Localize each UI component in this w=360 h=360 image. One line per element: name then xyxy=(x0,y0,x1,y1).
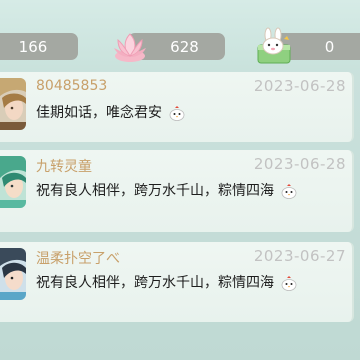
message-text: 祝有良人相伴，跨万水千山，粽情四海 xyxy=(36,179,336,203)
lotus-icon xyxy=(114,33,146,62)
message-card: 九转灵童 2023-06-28 祝有良人相伴，跨万水千山，粽情四海 xyxy=(0,150,354,232)
message-list: 80485853 2023-06-28 佳期如话，唯念君安 九转灵童 2023-… xyxy=(0,70,360,360)
message-text-content: 佳期如话，唯念君安 xyxy=(36,105,162,121)
stat-right-value: 0 xyxy=(324,37,335,56)
message-card: 温柔扑空了べ 2023-06-27 祝有良人相伴，跨万水千山，粽情四海 xyxy=(0,242,354,322)
message-date: 2023-06-28 xyxy=(253,77,346,95)
message-card: 80485853 2023-06-28 佳期如话，唯念君安 xyxy=(0,72,354,142)
chicken-emote-icon xyxy=(282,184,297,199)
stats-bar: 166 628 0 xyxy=(0,0,360,70)
message-text-content: 祝有良人相伴，跨万水千山，粽情四海 xyxy=(36,275,274,291)
message-text: 佳期如话，唯念君安 xyxy=(36,101,336,125)
message-text: 祝有良人相伴，跨万水千山，粽情四海 xyxy=(36,271,336,295)
message-date: 2023-06-28 xyxy=(253,155,346,173)
chicken-emote-icon xyxy=(282,276,297,291)
avatar[interactable] xyxy=(0,78,26,130)
stat-left: 166 xyxy=(0,33,78,60)
stat-mid-value: 628 xyxy=(170,37,199,56)
chicken-emote-icon xyxy=(170,106,185,121)
sender-name[interactable]: 九转灵童 xyxy=(36,156,92,176)
sender-name[interactable]: 温柔扑空了べ xyxy=(36,248,120,268)
stat-left-value: 166 xyxy=(18,37,48,56)
avatar[interactable] xyxy=(0,248,26,300)
avatar[interactable] xyxy=(0,156,26,208)
sender-name[interactable]: 80485853 xyxy=(36,78,107,94)
rabbit-icon xyxy=(257,27,291,64)
message-date: 2023-06-27 xyxy=(253,247,346,265)
message-text-content: 祝有良人相伴，跨万水千山，粽情四海 xyxy=(36,183,274,199)
